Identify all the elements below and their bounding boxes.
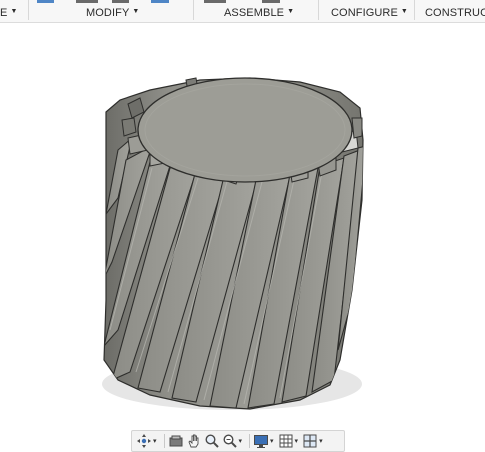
dropdown-caret-icon: ▼ xyxy=(287,8,295,15)
toolbar-group-label: MODIFY xyxy=(86,7,130,19)
toolbar-divider xyxy=(414,0,415,20)
grid-settings-icon xyxy=(279,434,293,448)
toolbar-icon-stub xyxy=(204,0,226,3)
dropdown-caret-icon: ▼ xyxy=(400,8,408,15)
top-toolbar: E ▼ MODIFY ▼ ASSEMBLE ▼ CONFIGURE ▼ CONS… xyxy=(0,0,485,23)
zoom-icon xyxy=(205,434,219,448)
toolbar-group-label: ASSEMBLE xyxy=(224,7,285,19)
viewports-icon xyxy=(303,434,317,448)
toolbar-divider xyxy=(193,0,194,20)
dropdown-caret-icon: ▾ xyxy=(270,438,274,445)
toolbar-group-configure[interactable]: CONFIGURE ▼ xyxy=(331,0,408,22)
pan-button[interactable] xyxy=(186,432,202,450)
fit-zoom-button[interactable]: ▾ xyxy=(222,432,245,450)
display-settings-icon xyxy=(254,435,269,448)
toolbar-divider xyxy=(28,0,29,20)
dropdown-caret-icon: ▾ xyxy=(153,438,157,445)
dropdown-caret-icon: ▾ xyxy=(238,438,243,445)
pan-icon xyxy=(187,434,198,448)
orbit-button[interactable]: ▾ xyxy=(136,432,159,450)
dropdown-caret-icon: ▼ xyxy=(132,8,140,15)
gear-top-face[interactable] xyxy=(137,77,353,183)
toolbar-group-modify[interactable]: MODIFY ▼ xyxy=(86,0,139,22)
navbar-divider xyxy=(249,434,251,448)
dropdown-caret-icon: ▾ xyxy=(319,438,323,445)
orbit-icon xyxy=(137,434,151,448)
fit-zoom-icon xyxy=(223,434,237,448)
dropdown-caret-icon: ▼ xyxy=(10,8,18,15)
toolbar-group-assemble[interactable]: ASSEMBLE ▼ xyxy=(224,0,294,22)
viewports-button[interactable]: ▾ xyxy=(302,432,325,450)
look-at-button[interactable] xyxy=(168,432,184,450)
toolbar-icon-stub xyxy=(151,0,169,3)
toolbar-group-construct[interactable]: CONSTRUCT xyxy=(425,0,485,22)
canvas-viewport[interactable] xyxy=(0,23,485,452)
toolbar-divider xyxy=(318,0,319,20)
dropdown-caret-icon: ▾ xyxy=(294,438,299,445)
toolbar-group-label: E xyxy=(0,7,8,19)
toolbar-group-create[interactable]: E ▼ xyxy=(0,0,17,22)
look-at-icon xyxy=(169,435,183,447)
toolbar-group-label: CONSTRUCT xyxy=(425,7,485,19)
display-settings-button[interactable]: ▾ xyxy=(253,432,276,450)
zoom-button[interactable] xyxy=(204,432,220,450)
navigation-bar: ▾ ▾ ▾ ▾ ▾ xyxy=(131,430,345,452)
gear-model[interactable] xyxy=(0,23,485,452)
navbar-divider xyxy=(163,434,165,448)
toolbar-group-label: CONFIGURE xyxy=(331,7,398,19)
grid-settings-button[interactable]: ▾ xyxy=(278,432,301,450)
toolbar-icon-stub xyxy=(37,0,54,3)
